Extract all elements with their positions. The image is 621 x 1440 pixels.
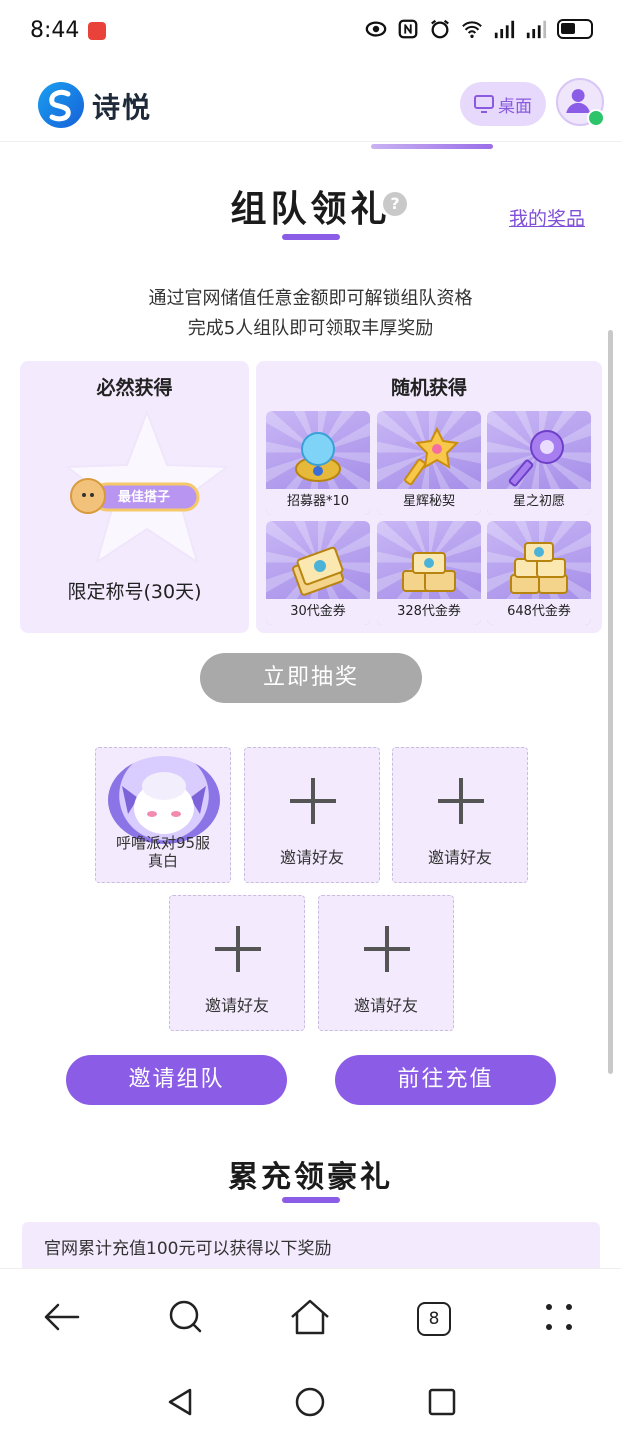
nav-back-icon[interactable] — [162, 1384, 198, 1420]
my-prizes-link[interactable]: 我的奖品 — [509, 204, 585, 231]
reward-label: 招募器*10 — [266, 489, 370, 515]
star-key-icon — [404, 426, 460, 486]
title-badge: 最佳搭子 — [66, 478, 202, 514]
random-title: 随机获得 — [390, 377, 467, 399]
invite-slot[interactable]: 邀请好友 — [244, 747, 380, 883]
team-desc-line1: 通过官网储值任意金额即可解锁组队资格 — [148, 288, 473, 309]
reward-tile-recruiter[interactable]: 招募器*10 — [266, 411, 370, 515]
notification-icon — [88, 22, 106, 40]
team-slot-member: 呼噜派对95服 真白 — [95, 747, 231, 883]
reward-label: 328代金券 — [377, 599, 481, 625]
member-name-line2: 真白 — [147, 852, 178, 870]
team-title-underline — [282, 234, 340, 240]
plus-icon — [364, 926, 410, 972]
purple-key-icon — [508, 430, 564, 487]
reward-label: 648代金券 — [487, 599, 591, 625]
nfc-icon — [398, 19, 418, 39]
reward-label: 星辉秘契 — [377, 489, 481, 515]
cat-avatar-icon — [122, 772, 206, 834]
invite-label: 邀请好友 — [427, 848, 492, 867]
invite-label: 邀请好友 — [204, 996, 269, 1015]
reward-label: 星之初愿 — [487, 489, 591, 515]
eye-icon — [365, 21, 387, 37]
menu-dots-icon[interactable] — [535, 1293, 583, 1341]
wifi-icon — [462, 21, 482, 38]
voucher-pile-icon — [510, 542, 568, 594]
tabs-button[interactable]: 8 — [417, 1302, 451, 1336]
home-icon[interactable] — [286, 1293, 334, 1341]
reward-tile-voucher-328[interactable]: 328代金券 — [377, 521, 481, 625]
reward-tile-voucher-30[interactable]: 30代金券 — [266, 521, 370, 625]
verified-badge-icon — [587, 109, 605, 127]
nav-home-icon[interactable] — [292, 1384, 328, 1420]
guaranteed-reward-label: 限定称号(30天) — [67, 581, 202, 603]
member-avatar — [108, 756, 220, 844]
status-time: 8:44 — [30, 18, 80, 43]
signal-icon — [494, 20, 515, 39]
brand-name[interactable]: 诗悦 — [92, 86, 152, 126]
member-name-line1: 呼噜派对95服 — [115, 834, 211, 852]
draw-button[interactable]: 立即抽奖 — [200, 653, 422, 703]
user-avatar[interactable] — [556, 78, 605, 127]
brand-logo-icon[interactable] — [38, 82, 84, 128]
recruiter-icon — [295, 432, 341, 482]
desktop-button-label: 桌面 — [498, 96, 532, 117]
monitor-icon — [474, 95, 494, 113]
reward-tile-star-pact[interactable]: 星辉秘契 — [377, 411, 481, 515]
plus-icon — [290, 778, 336, 824]
signal-icon-2 — [526, 20, 547, 39]
search-icon[interactable] — [162, 1293, 210, 1341]
plus-icon — [438, 778, 484, 824]
status-icons — [365, 18, 593, 40]
desktop-button[interactable]: 桌面 — [460, 82, 546, 126]
recharge-button[interactable]: 前往充值 — [335, 1055, 556, 1105]
help-icon[interactable]: ? — [383, 192, 407, 216]
system-nav — [0, 1368, 621, 1440]
title-badge-text: 最佳搭子 — [118, 490, 171, 505]
cumulative-info: 官网累计充值100元可以获得以下奖励 — [22, 1222, 600, 1268]
voucher-stack-icon — [402, 552, 456, 592]
site-header: 诗悦 桌面 — [0, 70, 621, 142]
active-tab-indicator — [371, 144, 493, 149]
back-icon[interactable] — [38, 1293, 86, 1341]
plus-icon — [215, 926, 261, 972]
cumulative-section-title: 累充领豪礼 — [228, 1160, 393, 1195]
reward-tile-voucher-648[interactable]: 648代金券 — [487, 521, 591, 625]
invite-slot[interactable]: 邀请好友 — [318, 895, 454, 1031]
team-desc-line2: 完成5人组队即可领取丰厚奖励 — [187, 318, 434, 339]
reward-label: 30代金券 — [266, 599, 370, 625]
invite-label: 邀请好友 — [353, 996, 418, 1015]
invite-team-button[interactable]: 邀请组队 — [66, 1055, 287, 1105]
cumulative-title-underline — [282, 1197, 340, 1203]
reward-tile-star-wish[interactable]: 星之初愿 — [487, 411, 591, 515]
invite-slot[interactable]: 邀请好友 — [169, 895, 305, 1031]
alarm-icon — [431, 19, 449, 39]
page-scrollbar[interactable] — [608, 330, 613, 1074]
invite-slot[interactable]: 邀请好友 — [392, 747, 528, 883]
status-bar: 8:44 — [0, 0, 621, 64]
browser-toolbar — [0, 1268, 621, 1368]
member-name: 呼噜派对95服 真白 — [96, 834, 230, 870]
voucher-icon — [292, 546, 344, 596]
invite-label: 邀请好友 — [279, 848, 344, 867]
battery-icon — [557, 19, 593, 39]
nav-recents-icon[interactable] — [424, 1384, 460, 1420]
guaranteed-title: 必然获得 — [96, 377, 173, 399]
